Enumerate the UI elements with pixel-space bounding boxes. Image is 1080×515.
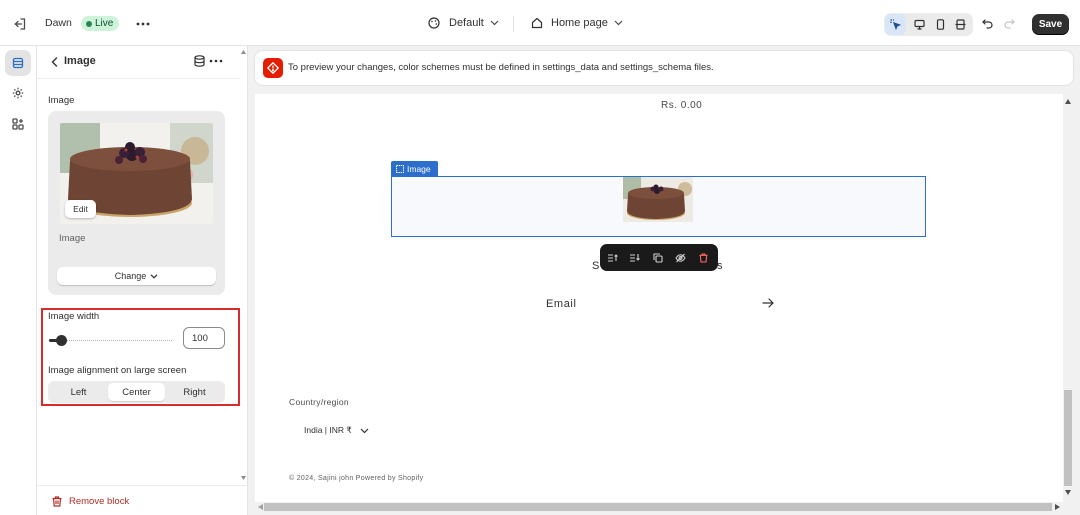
undo-icon[interactable] bbox=[975, 12, 999, 36]
template-selector[interactable]: Default bbox=[428, 17, 499, 29]
alignment-segmented-control: Left Center Right bbox=[48, 381, 225, 403]
live-badge: Live bbox=[81, 16, 120, 31]
change-button-label: Change bbox=[114, 271, 147, 281]
settings-panel: Image Image Edit Image Change Image widt… bbox=[37, 46, 248, 515]
apps-icon[interactable] bbox=[5, 111, 31, 137]
price-text: Rs. 0.00 bbox=[661, 100, 703, 111]
change-image-button[interactable]: Change bbox=[57, 267, 216, 285]
duplicate-icon[interactable] bbox=[649, 249, 666, 266]
inspector-icon[interactable] bbox=[885, 14, 906, 35]
redo-icon[interactable] bbox=[997, 12, 1021, 36]
more-icon[interactable] bbox=[131, 12, 155, 36]
image-caption: Image bbox=[59, 233, 86, 244]
image-width-input[interactable] bbox=[183, 327, 225, 349]
chevron-down-icon bbox=[490, 20, 499, 26]
image-block-selected[interactable] bbox=[391, 176, 926, 237]
color-scheme-notice: To preview your changes, color schemes m… bbox=[255, 51, 1073, 85]
template-label: Default bbox=[449, 17, 484, 29]
sections-icon[interactable] bbox=[5, 50, 31, 76]
arrow-right-icon[interactable] bbox=[762, 298, 774, 308]
desktop-icon[interactable] bbox=[909, 14, 930, 35]
back-icon[interactable] bbox=[47, 55, 61, 69]
country-value: India | INR ₹ bbox=[304, 425, 352, 435]
left-rail bbox=[0, 46, 37, 515]
theme-name: Dawn bbox=[45, 17, 72, 29]
copyright-text: © 2024, Sajini john Powered by Shopify bbox=[289, 475, 424, 482]
panel-title: Image bbox=[64, 55, 96, 67]
trash-icon bbox=[52, 496, 62, 507]
topbar-divider bbox=[513, 16, 514, 32]
panel-scrollbar[interactable] bbox=[239, 46, 248, 486]
device-toggle-group bbox=[884, 13, 973, 36]
panel-header: Image bbox=[37, 46, 240, 79]
hide-icon[interactable] bbox=[672, 249, 689, 266]
subscribe-heading-fragment-left: S bbox=[592, 260, 600, 272]
chevron-down-icon bbox=[614, 20, 623, 26]
panel-footer: Remove block bbox=[37, 485, 248, 515]
exit-icon[interactable] bbox=[8, 12, 32, 36]
remove-block-label: Remove block bbox=[69, 496, 130, 507]
image-field-label: Image bbox=[48, 95, 75, 106]
notice-text: To preview your changes, color schemes m… bbox=[288, 62, 714, 73]
horizontal-scroll-thumb[interactable] bbox=[264, 503, 1052, 511]
align-right-option[interactable]: Right bbox=[166, 383, 223, 401]
live-dot bbox=[86, 20, 92, 27]
newsletter-email-label: Email bbox=[546, 298, 577, 310]
delete-block-icon[interactable] bbox=[695, 249, 712, 266]
database-icon[interactable] bbox=[194, 55, 205, 67]
slider-track-rest bbox=[61, 340, 172, 341]
chevron-down-icon bbox=[360, 428, 369, 434]
image-width-label: Image width bbox=[48, 311, 100, 322]
alert-icon bbox=[263, 58, 283, 78]
page-selector[interactable]: Home page bbox=[531, 17, 623, 29]
theme-icon bbox=[428, 17, 440, 29]
move-up-icon[interactable] bbox=[604, 249, 621, 266]
live-badge-label: Live bbox=[95, 18, 114, 29]
align-center-option[interactable]: Center bbox=[108, 383, 165, 401]
image-block-tag[interactable]: Image bbox=[391, 161, 438, 177]
country-region-label: Country/region bbox=[289, 397, 349, 407]
block-toolbar bbox=[600, 244, 718, 271]
home-icon bbox=[531, 17, 543, 29]
chevron-down-icon bbox=[150, 273, 158, 279]
remove-block-button[interactable]: Remove block bbox=[52, 496, 129, 507]
image-picker-card: Edit Image Change bbox=[48, 111, 225, 295]
image-block-icon bbox=[396, 165, 404, 173]
image-block-tag-label: Image bbox=[407, 164, 431, 174]
align-left-option[interactable]: Left bbox=[50, 383, 107, 401]
page-label: Home page bbox=[551, 17, 608, 29]
gear-icon[interactable] bbox=[5, 80, 31, 106]
fullscreen-icon[interactable] bbox=[950, 14, 971, 35]
preview-horizontal-scrollbar[interactable] bbox=[255, 502, 1063, 512]
preview-vertical-scrollbar[interactable] bbox=[1063, 94, 1073, 502]
top-bar: Dawn Live Default Home page Save bbox=[0, 0, 1080, 46]
more-icon[interactable] bbox=[209, 54, 223, 68]
save-button[interactable]: Save bbox=[1032, 14, 1069, 34]
store-preview: Rs. 0.00 Image S s Email Country/region … bbox=[255, 94, 1063, 502]
country-selector[interactable]: India | INR ₹ bbox=[304, 425, 369, 436]
move-down-icon[interactable] bbox=[626, 249, 643, 266]
mobile-icon[interactable] bbox=[930, 14, 951, 35]
vertical-scroll-thumb[interactable] bbox=[1064, 390, 1072, 486]
preview-cake-image bbox=[623, 177, 693, 222]
image-width-slider[interactable] bbox=[49, 335, 172, 346]
alignment-label: Image alignment on large screen bbox=[48, 365, 187, 376]
edit-image-button[interactable]: Edit bbox=[65, 200, 96, 218]
